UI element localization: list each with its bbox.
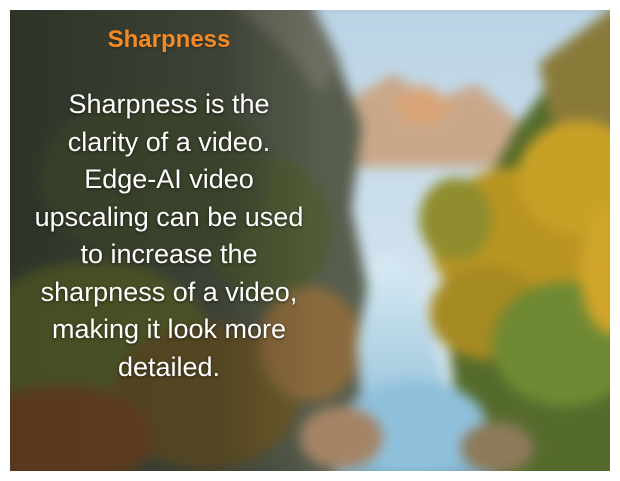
card-title: Sharpness bbox=[107, 26, 231, 53]
info-card: Sharpness Sharpness is the clarity of a … bbox=[10, 10, 610, 471]
card-description: Sharpness is the clarity of a video. Edg… bbox=[34, 89, 304, 382]
